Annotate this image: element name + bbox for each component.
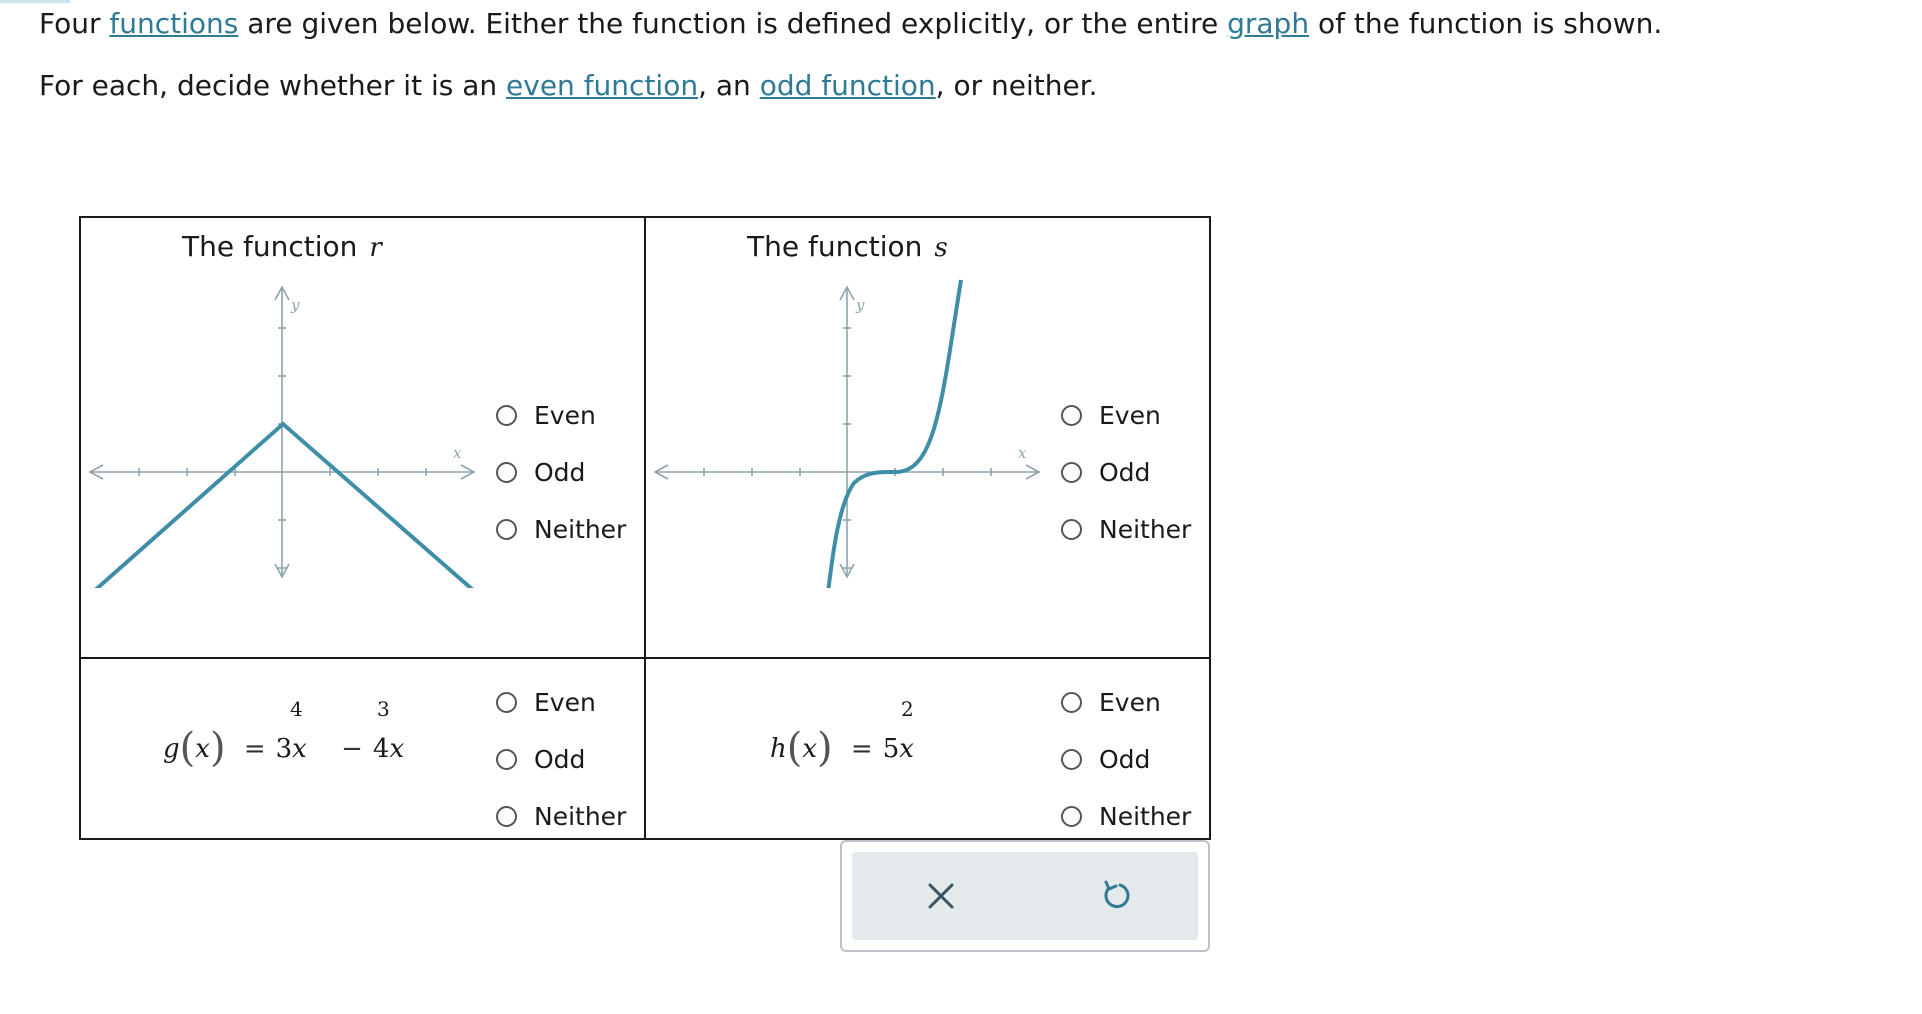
cell-title: The function r bbox=[182, 230, 382, 263]
graph-s: y x bbox=[653, 279, 1041, 588]
formula-function-name: h bbox=[770, 734, 787, 764]
cell-function-h: h(x) = 5x 2 Even Odd Neither bbox=[646, 659, 1209, 839]
radio-button[interactable] bbox=[496, 806, 517, 827]
option-label: Even bbox=[1099, 401, 1161, 430]
x-icon bbox=[928, 883, 954, 909]
functions-link[interactable]: functions bbox=[109, 7, 238, 40]
formula-exponent: 4 bbox=[290, 697, 303, 721]
x-axis-label: x bbox=[453, 444, 462, 462]
cell-title: The function s bbox=[747, 230, 948, 263]
option-label: Even bbox=[534, 688, 596, 717]
odd-function-link[interactable]: odd function bbox=[760, 69, 936, 102]
cell-function-s: The function s y x Even Odd Neither bbox=[646, 218, 1209, 657]
paren-open: ( bbox=[179, 725, 196, 771]
undo-icon bbox=[1104, 880, 1130, 909]
radio-button[interactable] bbox=[1061, 692, 1082, 713]
paren-open: ( bbox=[786, 725, 803, 771]
instruction-line-2: For each, decide whether it is an even f… bbox=[39, 69, 1098, 103]
option-label: Neither bbox=[534, 515, 627, 544]
instruction-text: For each, decide whether it is an bbox=[39, 69, 507, 102]
equals-sign: = bbox=[243, 734, 266, 764]
paren-close: ) bbox=[209, 725, 226, 771]
function-name: s bbox=[934, 233, 948, 263]
radio-button[interactable] bbox=[1061, 749, 1082, 770]
instruction-text: of the function is shown. bbox=[1309, 7, 1663, 40]
cell-function-g: g(x) = 3x 4 −4x 3 Even Odd Neither bbox=[81, 659, 644, 839]
formula-argument: x bbox=[802, 734, 818, 764]
instruction-text: , an bbox=[698, 69, 760, 102]
option-label: Even bbox=[534, 401, 596, 430]
formula-function-name: g bbox=[163, 734, 180, 764]
formula-coefficient: 3 bbox=[275, 734, 293, 764]
y-axis-label: y bbox=[855, 296, 865, 314]
instruction-text: are given below. Either the function is … bbox=[238, 7, 1228, 40]
radio-button[interactable] bbox=[1061, 806, 1082, 827]
instruction-line-1: Four functions are given below. Either t… bbox=[39, 7, 1662, 41]
equals-sign: = bbox=[850, 734, 873, 764]
formula-argument: x bbox=[195, 734, 210, 764]
formula-exponent: 3 bbox=[377, 697, 390, 721]
graph-link[interactable]: graph bbox=[1227, 7, 1309, 40]
formula-exponent: 2 bbox=[901, 697, 914, 721]
option-label: Neither bbox=[1099, 802, 1192, 831]
formula-g: g(x) = 3x 4 −4x 3 bbox=[163, 697, 405, 771]
x-axis-label: x bbox=[1018, 444, 1027, 462]
option-label: Odd bbox=[534, 745, 586, 774]
radio-button[interactable] bbox=[496, 749, 517, 770]
radio-button[interactable] bbox=[1061, 462, 1082, 483]
option-label: Even bbox=[1099, 688, 1161, 717]
formula-coefficient: 5 bbox=[882, 734, 900, 764]
formula-variable: x bbox=[292, 734, 307, 764]
function-name: r bbox=[369, 233, 382, 263]
option-label: Neither bbox=[534, 802, 627, 831]
formula-variable: x bbox=[899, 734, 914, 764]
instruction-text: , or neither. bbox=[935, 69, 1098, 102]
radio-button[interactable] bbox=[1061, 405, 1082, 426]
minus-sign: − bbox=[341, 734, 363, 764]
top-accent-bar bbox=[0, 0, 70, 3]
function-grid: The function r y x Even Odd Neither The … bbox=[79, 216, 1211, 840]
curve-s bbox=[826, 279, 963, 588]
reset-button[interactable] bbox=[1056, 852, 1176, 940]
formula-variable: x bbox=[389, 734, 405, 764]
formula-h: h(x) = 5x 2 bbox=[770, 697, 914, 771]
action-panel bbox=[840, 840, 1210, 952]
option-label: Odd bbox=[1099, 745, 1151, 774]
option-label: Odd bbox=[534, 458, 586, 487]
even-function-link[interactable]: even function bbox=[506, 69, 698, 102]
option-label: Neither bbox=[1099, 515, 1192, 544]
radio-button[interactable] bbox=[496, 405, 517, 426]
cell-function-r: The function r y x Even Odd Neither bbox=[81, 218, 644, 657]
radio-button[interactable] bbox=[1061, 519, 1082, 540]
radio-button[interactable] bbox=[496, 519, 517, 540]
radio-button[interactable] bbox=[496, 692, 517, 713]
paren-close: ) bbox=[817, 725, 833, 771]
cell-title-text: The function bbox=[747, 230, 923, 263]
curve-r bbox=[94, 421, 474, 588]
cell-title-text: The function bbox=[182, 230, 358, 263]
clear-button[interactable] bbox=[881, 852, 1001, 940]
radio-button[interactable] bbox=[496, 462, 517, 483]
option-label: Odd bbox=[1099, 458, 1151, 487]
y-axis-label: y bbox=[290, 296, 300, 314]
action-bar bbox=[852, 852, 1198, 940]
formula-coefficient: 4 bbox=[372, 734, 390, 764]
graph-r: y x bbox=[88, 285, 476, 588]
instruction-text: Four bbox=[39, 7, 110, 40]
